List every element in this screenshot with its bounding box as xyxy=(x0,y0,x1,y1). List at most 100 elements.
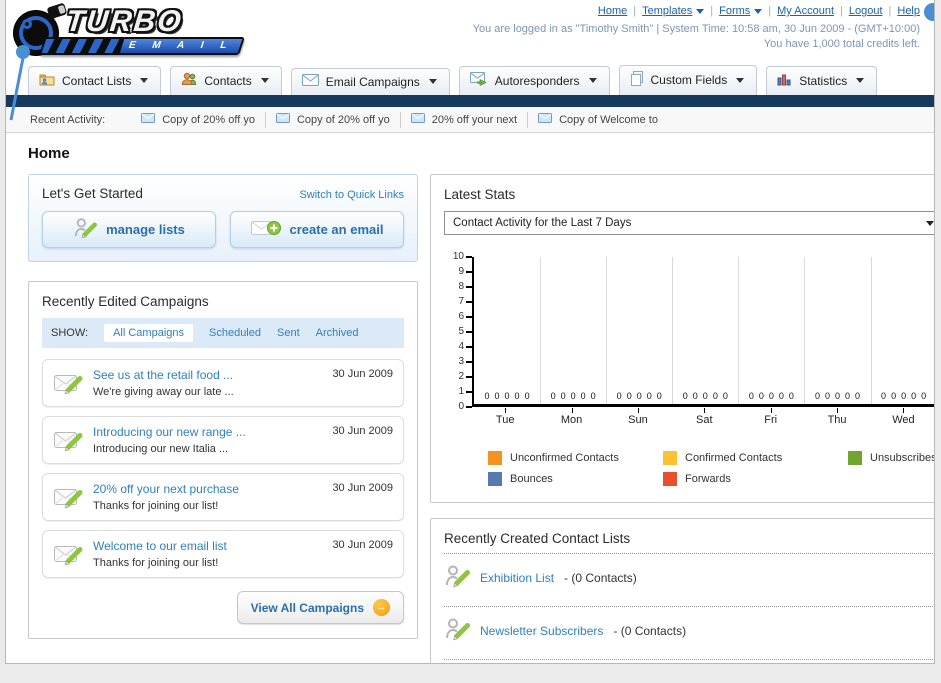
legend-item: Unconfirmed Contacts xyxy=(488,451,663,465)
arrow-right-icon: → xyxy=(373,599,390,616)
chevron-down-icon xyxy=(140,78,149,83)
campaign-card[interactable]: 20% off your next purchase Thanks for joi… xyxy=(42,473,404,521)
filter-scheduled[interactable]: Scheduled xyxy=(209,327,261,339)
envelope-pencil-icon xyxy=(53,482,93,512)
main-nav: Contact Lists Contacts Email Campaigns A… xyxy=(6,64,934,95)
nav-tab-email-campaigns[interactable]: Email Campaigns xyxy=(290,68,450,95)
campaign-title-link[interactable]: 20% off your next purchase xyxy=(93,482,324,496)
nav-tab-autoresponders[interactable]: Autoresponders xyxy=(458,66,610,95)
campaign-title-link[interactable]: Welcome to our email list xyxy=(93,539,324,553)
turbo-pipe-icon xyxy=(46,2,68,20)
legend-item: Bounces xyxy=(488,472,663,486)
chevron-down-icon xyxy=(736,77,745,83)
chevron-down-icon xyxy=(260,78,269,83)
chevron-down-icon xyxy=(588,78,597,83)
dotted-divider xyxy=(444,553,934,554)
latest-stats-panel: Latest Stats Contact Activity for the La… xyxy=(430,174,934,503)
folder-user-icon xyxy=(39,72,55,89)
campaign-title-link[interactable]: Introducing our new range ... xyxy=(93,425,324,439)
campaign-subtitle: Introducing our new Italia ... xyxy=(93,443,229,455)
login-status: You are logged in as "Timothy Smith" | S… xyxy=(473,22,920,52)
header-link-home[interactable]: Home xyxy=(598,5,627,17)
chevron-down-icon xyxy=(925,220,934,226)
chevron-down-icon xyxy=(754,8,763,14)
filter-sent[interactable]: Sent xyxy=(277,327,300,339)
y-tick-label: 1 xyxy=(458,386,464,397)
turbo-email-logo: TURBO E M A I L xyxy=(12,2,252,59)
header-link-help[interactable]: Help xyxy=(897,5,920,17)
campaign-list: See us at the retail food ... We're givin… xyxy=(42,359,404,578)
switch-quick-links-link[interactable]: Switch to Quick Links xyxy=(299,189,404,201)
recent-activity-item[interactable]: Copy of 20% off yo xyxy=(266,111,401,128)
y-tick-label: 9 xyxy=(458,266,464,277)
y-tick-label: 10 xyxy=(452,251,464,262)
y-tick-label: 0 xyxy=(458,401,464,412)
person-pencil-icon xyxy=(73,216,98,243)
contact-list-link[interactable]: Newsletter Subscribers xyxy=(480,624,603,638)
show-label: SHOW: xyxy=(51,327,89,339)
campaign-date: 30 Jun 2009 xyxy=(332,425,393,437)
campaign-card[interactable]: Welcome to our email list Thanks for join… xyxy=(42,530,404,578)
chevron-down-icon xyxy=(428,79,437,84)
y-tick-label: 2 xyxy=(458,371,464,382)
campaign-title-link[interactable]: See us at the retail food ... xyxy=(93,368,324,382)
manage-lists-button[interactable]: manage lists xyxy=(42,211,216,248)
data-label-group: 00000 xyxy=(616,391,662,401)
nav-tab-contact-lists[interactable]: Contact Lists xyxy=(28,66,162,95)
y-tick-label: 3 xyxy=(458,356,464,367)
logo-subtitle: E M A I L xyxy=(119,39,243,53)
y-tick-label: 4 xyxy=(458,341,464,352)
header-link-my-account[interactable]: My Account xyxy=(777,5,834,17)
filter-all-campaigns[interactable]: All Campaigns xyxy=(104,324,193,342)
person-pencil-icon xyxy=(444,563,470,592)
contact-activity-chart: 0 1 2 3 4 5 6 7 8 9 10 000000000000000000000000000… xyxy=(446,252,934,486)
envelope-icon xyxy=(275,113,290,126)
envelope-plus-icon xyxy=(250,219,281,240)
status-line-2: You have 1,000 total credits left. xyxy=(763,38,920,50)
view-all-campaigns-button[interactable]: View All Campaigns → xyxy=(236,591,404,624)
legend-item: Forwards xyxy=(663,472,848,486)
y-tick-label: 8 xyxy=(458,281,464,292)
legend-swatch xyxy=(848,451,862,465)
contact-list-count: - (0 Contacts) xyxy=(613,623,687,638)
envelope-arrow-icon xyxy=(469,72,488,89)
contact-list-link[interactable]: Exhibition List xyxy=(480,571,554,585)
envelope-icon xyxy=(301,74,319,89)
campaign-card[interactable]: Introducing our new range ... Introducing… xyxy=(42,416,404,464)
header-link-forms[interactable]: Forms xyxy=(719,5,763,17)
navy-divider-bar xyxy=(6,95,934,107)
y-tick-label: 7 xyxy=(458,296,464,307)
create-email-button[interactable]: create an email xyxy=(230,211,404,248)
filter-archived[interactable]: Archived xyxy=(316,327,359,339)
x-tick-label: Tue xyxy=(495,414,515,426)
get-started-title: Let's Get Started xyxy=(42,186,143,201)
page-title: Home xyxy=(28,145,70,162)
nav-tab-statistics[interactable]: Statistics xyxy=(766,66,878,95)
header-links: Home | Templates | Forms | My Account | Logo… xyxy=(597,5,920,17)
recent-activity-item[interactable]: 20% off your next xyxy=(401,111,529,128)
recent-activity-bar: Recent Activity: Copy of 20% off yo Copy… xyxy=(6,107,934,133)
recent-activity-item[interactable]: Copy of Welcome to xyxy=(528,112,668,128)
header-link-templates[interactable]: Templates xyxy=(642,5,705,17)
recent-activity-item[interactable]: Copy of 20% off yo xyxy=(131,111,266,128)
header-link-logout[interactable]: Logout xyxy=(849,5,883,17)
nav-tab-custom-fields[interactable]: Custom Fields xyxy=(618,65,758,95)
get-started-panel: Let's Get Started Switch to Quick Links … xyxy=(28,174,418,262)
decorative-pin-icon xyxy=(9,45,30,121)
campaign-subtitle: We're giving away our late ... xyxy=(93,386,234,398)
envelope-icon xyxy=(141,113,156,126)
nav-tab-contacts[interactable]: Contacts xyxy=(170,66,282,95)
contact-list-count: - (0 Contacts) xyxy=(564,570,637,585)
y-tick-label: 5 xyxy=(458,326,464,337)
legend-swatch xyxy=(488,472,502,486)
envelope-icon xyxy=(410,113,425,126)
help-bubble-icon[interactable] xyxy=(924,3,934,21)
envelope-pencil-icon xyxy=(53,425,93,455)
envelope-pencil-icon xyxy=(53,539,93,569)
campaign-card[interactable]: See us at the retail food ... We're givin… xyxy=(42,359,404,407)
stats-period-select[interactable]: Contact Activity for the Last 7 Days xyxy=(444,211,934,235)
legend-swatch xyxy=(663,472,677,486)
y-tick-label: 6 xyxy=(458,311,464,322)
campaign-date: 30 Jun 2009 xyxy=(332,482,393,494)
logo-bar: E M A I L xyxy=(39,37,245,55)
